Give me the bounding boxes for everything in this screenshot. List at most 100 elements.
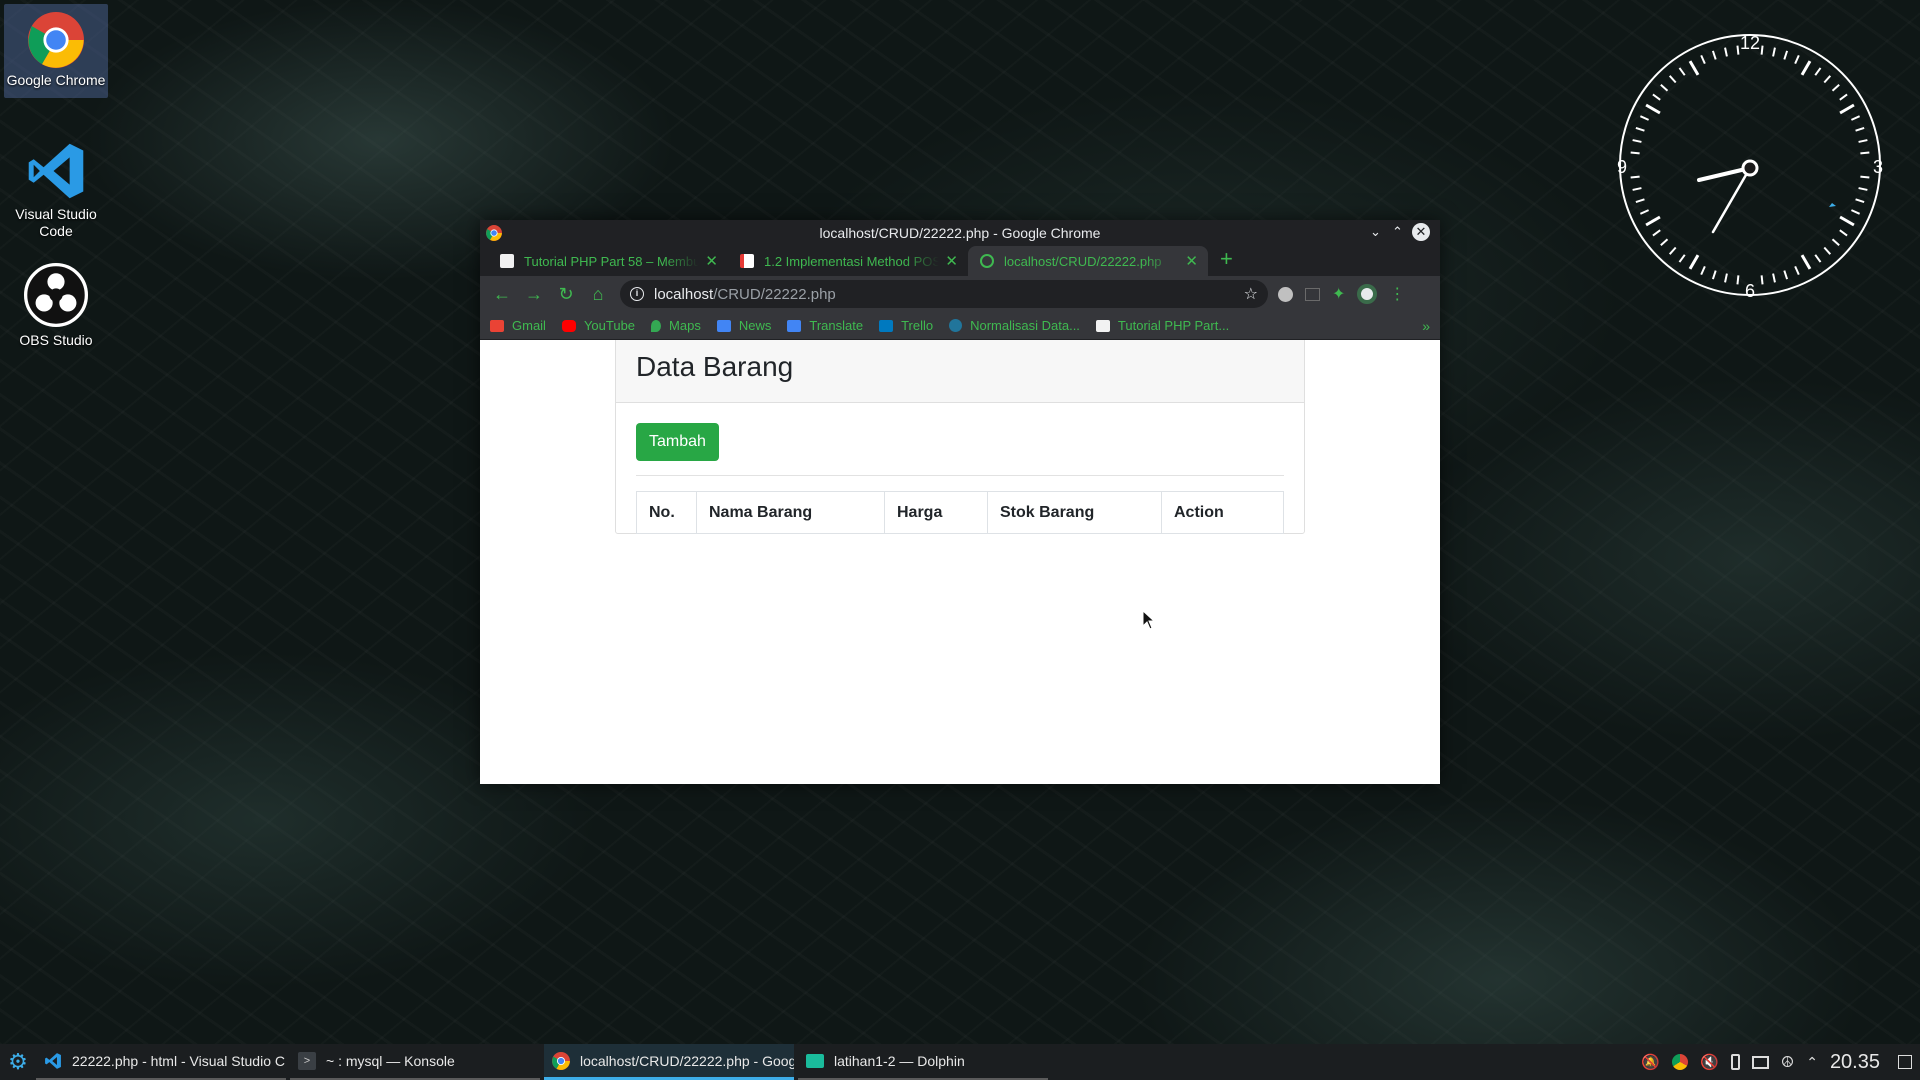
tab-localhost-crud[interactable]: localhost/CRUD/22222.php ✕ bbox=[968, 246, 1208, 276]
bookmark-tutorial-php[interactable]: Tutorial PHP Part... bbox=[1095, 318, 1229, 333]
bookmark-youtube[interactable]: YouTube bbox=[561, 318, 635, 333]
site-info-icon[interactable]: i bbox=[630, 287, 644, 301]
clock-tick bbox=[1736, 45, 1740, 55]
volume-muted-icon[interactable]: 🔇 bbox=[1700, 1053, 1719, 1071]
bookmarks-overflow-icon[interactable]: » bbox=[1422, 318, 1430, 334]
desktop-icon-chrome[interactable]: Google Chrome bbox=[4, 4, 108, 98]
clock-tick bbox=[1678, 67, 1686, 76]
maps-pin-icon bbox=[651, 319, 662, 332]
clock-tick bbox=[1660, 83, 1669, 92]
clock-tick bbox=[1800, 60, 1812, 76]
tab-title: 1.2 Implementasi Method POST bbox=[764, 253, 940, 269]
bookmark-gmail[interactable]: Gmail bbox=[490, 318, 546, 333]
chrome-logo-icon bbox=[486, 225, 502, 241]
close-window-icon[interactable]: ✕ bbox=[1412, 223, 1430, 241]
clock-tick bbox=[1632, 187, 1642, 191]
chrome-tray-icon[interactable] bbox=[1672, 1054, 1689, 1070]
desktop-icon-vscode[interactable]: Visual Studio Code bbox=[4, 132, 108, 240]
profile-avatar[interactable] bbox=[1357, 284, 1378, 304]
clock-tick bbox=[1823, 246, 1832, 255]
notifications-off-icon[interactable]: 🔕 bbox=[1641, 1053, 1660, 1071]
bookmark-normalisasi[interactable]: Normalisasi Data... bbox=[949, 318, 1080, 333]
clock-tick bbox=[1688, 60, 1700, 76]
clock-tick bbox=[1724, 47, 1728, 57]
mouse-cursor-icon bbox=[1142, 610, 1156, 630]
task-chrome[interactable]: localhost/CRUD/22222.php - Goog... bbox=[544, 1044, 794, 1080]
home-icon[interactable]: ⌂ bbox=[582, 284, 614, 305]
clock-tick bbox=[1783, 270, 1789, 280]
translate-extension-icon[interactable] bbox=[1305, 287, 1320, 301]
clock-tick bbox=[1652, 93, 1661, 101]
browser-toolbar: ← → ↻ ⌂ i localhost/CRUD/22222.php ☆ ✦ ⋮ bbox=[480, 276, 1440, 312]
bookmark-trello[interactable]: Trello bbox=[879, 318, 933, 333]
tab-strip: Tutorial PHP Part 58 – Membuat ✕ 1.2 Imp… bbox=[480, 246, 1440, 276]
bookmark-label: Translate bbox=[809, 318, 864, 333]
globe-favicon-icon bbox=[980, 254, 994, 268]
tab-close-icon[interactable]: ✕ bbox=[945, 252, 958, 270]
col-header-no: No. bbox=[636, 491, 697, 534]
clock-number-6: 6 bbox=[1745, 281, 1755, 300]
back-arrow-icon[interactable]: ← bbox=[486, 284, 518, 305]
show-desktop-icon[interactable] bbox=[1898, 1055, 1912, 1069]
bookmark-maps[interactable]: Maps bbox=[651, 318, 701, 333]
tab-close-icon[interactable]: ✕ bbox=[1185, 252, 1198, 270]
tab-implementasi-post[interactable]: 1.2 Implementasi Method POST ✕ bbox=[728, 246, 968, 276]
tab-tutorial-php[interactable]: Tutorial PHP Part 58 – Membuat ✕ bbox=[488, 246, 728, 276]
tab-title: Tutorial PHP Part 58 – Membuat bbox=[524, 253, 700, 269]
clock-tick bbox=[1823, 75, 1832, 84]
new-tab-icon[interactable]: + bbox=[1220, 246, 1233, 272]
window-titlebar[interactable]: localhost/CRUD/22222.php - Google Chrome… bbox=[480, 220, 1440, 246]
battery-icon[interactable] bbox=[1730, 1054, 1740, 1070]
bookmark-label: Trello bbox=[901, 318, 934, 333]
clock-tick bbox=[1736, 275, 1740, 285]
clock-number-9: 9 bbox=[1617, 157, 1627, 177]
bookmark-news[interactable]: News bbox=[716, 318, 771, 333]
forward-arrow-icon[interactable]: → bbox=[518, 284, 550, 305]
clock-tick bbox=[1688, 254, 1700, 270]
app-launcher-icon[interactable]: ⚙ bbox=[0, 1044, 36, 1080]
address-bar[interactable]: i localhost/CRUD/22222.php ☆ bbox=[620, 280, 1268, 308]
chrome-menu-icon[interactable]: ⋮ bbox=[1389, 284, 1405, 304]
reload-icon[interactable]: ↻ bbox=[550, 284, 582, 305]
task-dolphin[interactable]: latihan1-2 — Dolphin bbox=[798, 1044, 1048, 1080]
clock-number-3: 3 bbox=[1873, 157, 1883, 177]
clock-tick bbox=[1711, 50, 1717, 60]
system-tray: 🔕 🔇 ☮ ⌃ 20.35 bbox=[1641, 1051, 1920, 1074]
network-wifi-icon[interactable]: ☮ bbox=[1781, 1053, 1794, 1071]
desktop-icon-obs[interactable]: OBS Studio bbox=[4, 254, 108, 349]
bookmark-label: Maps bbox=[669, 318, 701, 333]
address-host: localhost bbox=[654, 285, 714, 303]
obs-icon bbox=[23, 262, 89, 328]
globe-extension-icon[interactable] bbox=[1278, 286, 1293, 302]
bookmark-translate[interactable]: Translate bbox=[787, 318, 863, 333]
clock-tick bbox=[1630, 151, 1640, 155]
tab-close-icon[interactable]: ✕ bbox=[705, 252, 718, 270]
clock-tick bbox=[1850, 115, 1861, 121]
clock-tick bbox=[1794, 54, 1800, 65]
desktop-icon-label: Visual Studio Code bbox=[15, 206, 97, 239]
clock-tick bbox=[1760, 45, 1764, 55]
expand-tray-icon[interactable]: ⌃ bbox=[1806, 1054, 1818, 1071]
window-title: localhost/CRUD/22222.php - Google Chrome bbox=[819, 225, 1101, 241]
task-label: 22222.php - html - Visual Studio C... bbox=[72, 1053, 286, 1069]
bookmark-star-icon[interactable]: ☆ bbox=[1244, 284, 1258, 304]
divider bbox=[636, 475, 1284, 476]
puzzle-extensions-icon[interactable]: ✦ bbox=[1332, 284, 1345, 304]
clock-tick bbox=[1855, 126, 1865, 132]
clock-tick bbox=[1831, 83, 1840, 92]
clock-tick bbox=[1724, 273, 1728, 283]
clock-tick bbox=[1858, 139, 1868, 143]
display-icon[interactable] bbox=[1751, 1055, 1769, 1069]
task-label: ~ : mysql — Konsole bbox=[326, 1053, 455, 1069]
clock-tick bbox=[1652, 229, 1661, 237]
maximize-icon[interactable]: ⌃ bbox=[1392, 224, 1403, 240]
task-vscode[interactable]: 22222.php - html - Visual Studio C... bbox=[36, 1044, 286, 1080]
task-konsole[interactable]: > ~ : mysql — Konsole bbox=[290, 1044, 540, 1080]
terminal-icon: > bbox=[298, 1052, 316, 1070]
bookmark-label: Gmail bbox=[512, 318, 546, 333]
clock-time[interactable]: 20.35 bbox=[1830, 1051, 1880, 1074]
blogger-favicon-icon bbox=[500, 254, 514, 268]
minimize-icon[interactable]: ⌄ bbox=[1370, 224, 1381, 240]
add-button[interactable]: Tambah bbox=[636, 423, 719, 461]
tab-title: localhost/CRUD/22222.php bbox=[1004, 253, 1162, 269]
